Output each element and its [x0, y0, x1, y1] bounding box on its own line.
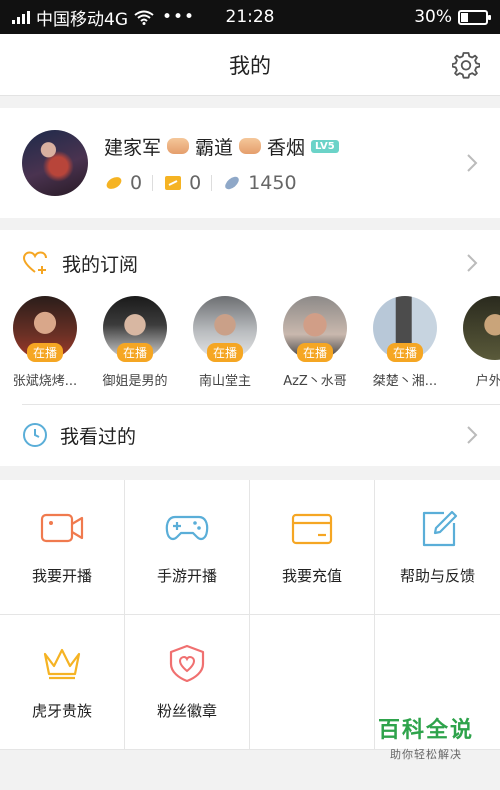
anchor-item[interactable]: 在播 南山堂主 — [180, 296, 270, 404]
avatar[interactable] — [22, 130, 88, 196]
start-broadcast-button[interactable]: 我要开播 — [0, 480, 125, 615]
anchor-avatar: 在播 — [193, 296, 257, 362]
chevron-right-icon — [467, 426, 478, 444]
watermark-logo: 百科全说 助你轻松解决 — [378, 712, 474, 762]
recharge-button[interactable]: 我要充值 — [250, 480, 375, 615]
menu-label: 粉丝徽章 — [156, 701, 217, 720]
anchor-item[interactable]: 在播 AzZ丶水哥 — [270, 296, 360, 404]
anchor-name: 桀楚丶湘... — [372, 374, 438, 389]
help-feedback-button[interactable]: 帮助与反馈 — [375, 480, 500, 615]
user-name-part-3: 香烟 — [267, 136, 306, 159]
gamepad-icon — [165, 515, 209, 540]
anchor-avatar: 在播 — [13, 296, 77, 362]
stat-divider — [152, 174, 154, 191]
live-badge: 在播 — [117, 343, 154, 362]
empty-cell — [250, 615, 375, 750]
chevron-right-icon — [467, 254, 478, 272]
heart-plus-icon — [22, 251, 47, 274]
wifi-icon — [134, 10, 154, 25]
mobile-game-broadcast-button[interactable]: 手游开播 — [125, 480, 250, 615]
gold-ticket-value: 0 — [189, 171, 202, 194]
app-header: 我的 — [0, 34, 500, 96]
live-badge: 在播 — [207, 343, 244, 362]
silver-bean-icon — [225, 176, 239, 189]
gear-icon[interactable] — [452, 51, 480, 79]
live-badge: 在播 — [387, 343, 424, 362]
anchor-item[interactable]: 在播 御姐是男的 — [90, 296, 180, 404]
level-badge: LV5 — [311, 139, 339, 153]
anchor-name: 南山堂主 — [198, 374, 251, 389]
menu-label: 我要充值 — [281, 566, 342, 585]
profile-card[interactable]: 建家军 霸道 香烟 LV5 0 0 1450 — [0, 108, 500, 218]
menu-label: 手游开播 — [156, 566, 217, 585]
more-dots: ••• — [162, 7, 196, 27]
anchor-avatar: 在播 — [373, 296, 437, 362]
page-title: 我的 — [229, 53, 271, 78]
battery-icon — [458, 9, 491, 25]
subscriptions-title: 我的订阅 — [62, 253, 139, 276]
crown-icon — [43, 648, 81, 679]
heart-shield-icon — [169, 644, 205, 682]
watermark-subtitle: 助你轻松解决 — [389, 748, 462, 761]
gold-bean-stat: 0 — [104, 172, 142, 194]
silver-bean-stat: 1450 — [222, 171, 297, 194]
wallet-card-icon — [291, 513, 333, 544]
history-row[interactable]: 我看过的 — [0, 405, 500, 465]
stat-divider — [211, 174, 213, 191]
menu-label: 帮助与反馈 — [399, 566, 475, 585]
anchor-list: 在播 张斌烧烤... 在播 御姐是男的 在播 南山堂主 在播 AzZ丶水哥 在播 — [0, 296, 500, 404]
anchor-avatar: 在播 — [103, 296, 167, 362]
gold-ticket-stat: 0 — [163, 172, 201, 194]
gold-bean-icon — [106, 176, 122, 189]
signal-icon — [12, 10, 30, 24]
anchor-name: 御姐是男的 — [102, 374, 168, 389]
anchor-name: AzZ丶水哥 — [283, 374, 347, 389]
edit-icon — [422, 510, 457, 546]
fist-emoji-icon — [239, 138, 262, 154]
gold-bean-value: 0 — [130, 171, 143, 194]
anchor-name: 张斌烧烤... — [12, 374, 78, 389]
gold-ticket-icon — [165, 175, 182, 190]
user-name-part-1: 建家军 — [104, 136, 162, 159]
fist-emoji-icon — [167, 138, 190, 154]
carrier-label: 中国移动4G — [36, 9, 128, 30]
live-badge: 在播 — [297, 343, 334, 362]
status-bar: 中国移动4G ••• 21:28 30% — [0, 0, 500, 34]
user-name: 建家军 霸道 香烟 LV5 — [104, 133, 466, 160]
live-badge: 在播 — [27, 343, 64, 362]
silver-bean-value: 1450 — [248, 171, 297, 194]
anchor-item[interactable]: 在播 桀楚丶湘... — [360, 296, 450, 404]
anchor-name: 户外... — [475, 374, 500, 389]
anchor-item[interactable]: 在播 张斌烧烤... — [0, 296, 90, 404]
fan-badge-button[interactable]: 粉丝徽章 — [125, 615, 250, 750]
profile-info: 建家军 霸道 香烟 LV5 0 0 1450 — [104, 133, 466, 194]
watermark-title: 百科全说 — [377, 718, 474, 743]
function-grid: 我要开播 手游开播 我要充值 帮助与反馈 虎牙贵族 粉丝徽章 — [0, 480, 500, 750]
subscriptions-row[interactable]: 我的订阅 — [0, 230, 500, 296]
subscriptions-section: 我的订阅 在播 张斌烧烤... 在播 御姐是男的 在播 南山堂主 在播 AzZ丶… — [0, 230, 500, 466]
battery-percent: 30% — [414, 7, 452, 27]
clock-icon — [23, 423, 47, 447]
menu-label: 虎牙贵族 — [31, 701, 92, 720]
chevron-right-icon — [467, 154, 478, 172]
menu-label: 我要开播 — [31, 566, 92, 585]
anchor-avatar — [463, 296, 500, 360]
anchor-avatar: 在播 — [283, 296, 347, 362]
anchor-item[interactable]: 户外... — [450, 296, 500, 404]
video-camera-icon — [40, 513, 84, 542]
wallet-stats: 0 0 1450 — [104, 172, 466, 194]
nobility-button[interactable]: 虎牙贵族 — [0, 615, 125, 750]
battery-fill — [461, 12, 469, 22]
history-title: 我看过的 — [60, 425, 137, 448]
user-name-part-2: 霸道 — [195, 136, 234, 159]
